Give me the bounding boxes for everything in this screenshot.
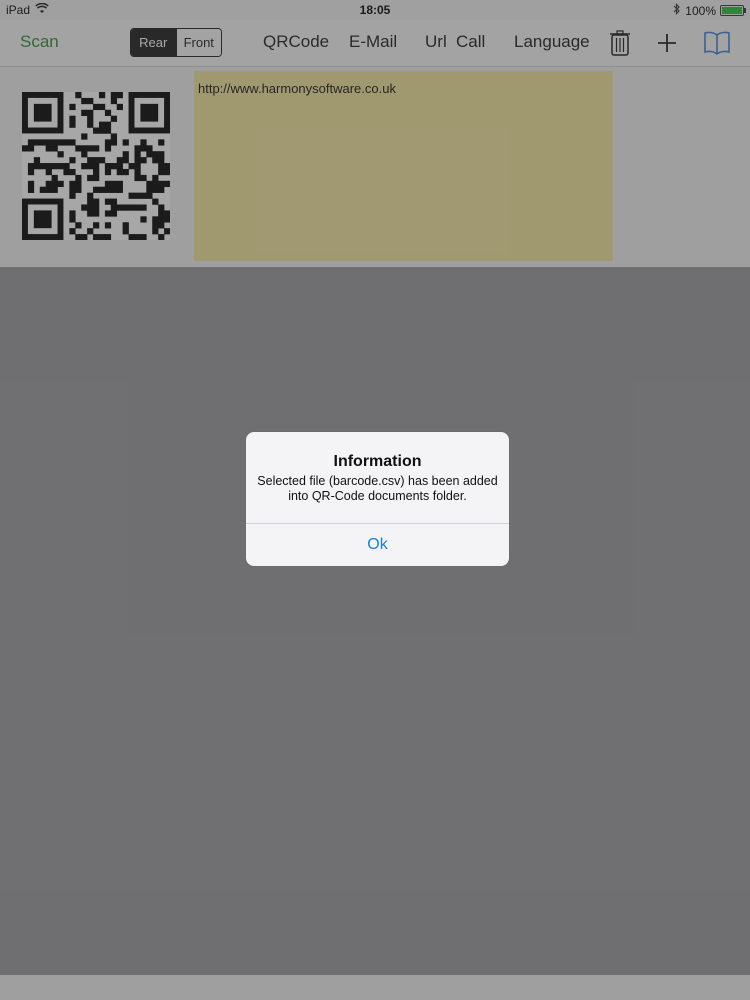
ok-button[interactable]: Ok <box>246 524 509 566</box>
alert-message: Selected file (barcode.csv) has been add… <box>257 474 498 503</box>
information-alert: Information Selected file (barcode.csv) … <box>246 432 509 566</box>
alert-title: Information <box>333 453 422 470</box>
